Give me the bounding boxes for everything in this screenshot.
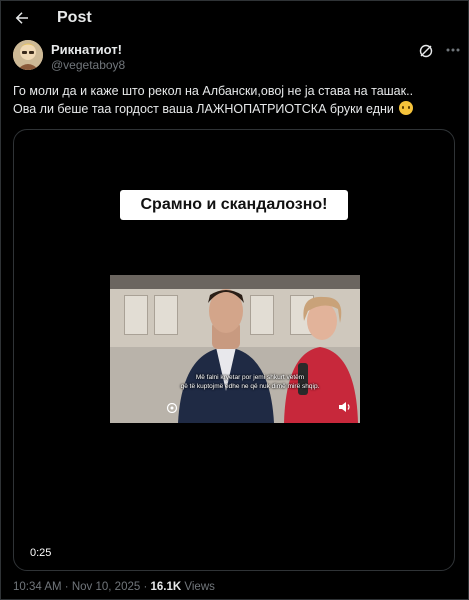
video-player[interactable]: Срамно и скандалозно! Më falni kryetar p… [13,129,455,571]
grok-button[interactable] [418,43,434,59]
tweet-text: Го моли да и каже што рекол на Албански,… [13,82,459,118]
avatar[interactable] [13,40,43,70]
video-subtitle: Më falni kryetar por jemi shkurt vetëm q… [150,373,350,391]
post-time[interactable]: 10:34 AM [13,581,62,593]
page-title: Post [57,9,92,26]
views-label: Views [184,581,215,593]
weary-face-emoji [399,101,414,115]
meta-separator: · [64,581,69,593]
meta-separator: · [143,581,148,593]
views-count[interactable]: 16.1K [151,581,182,593]
more-icon [446,48,460,52]
speaker-icon[interactable] [338,400,352,414]
more-button[interactable] [443,42,463,58]
post-date[interactable]: Nov 10, 2025 [72,581,140,593]
grok-icon [419,44,433,58]
back-button[interactable] [11,7,33,29]
tweet-text-line: Го моли да и каже што рекол на Албански,… [13,84,414,98]
user-handle[interactable]: @vegetaboy8 [51,58,125,72]
video-frame: Më falni kryetar por jemi shkurt vetëm q… [110,275,360,423]
tweet-text-line: Ова ли беше таа гордост ваша ЛАЖНОПАТРИО… [13,100,459,118]
arrow-left-icon [15,12,28,24]
video-duration: 0:25 [30,547,52,559]
video-caption-text: Срамно и скандалозно! [140,196,328,213]
tweet-text-fragment: Ова ли беше таа гордост ваша ЛАЖНОПАТРИО… [13,102,394,116]
display-name[interactable]: Рикнатиот! [51,42,122,57]
header: Post [1,1,469,37]
video-subtitle-line: Më falni kryetar por jemi shkurt vetëm [195,374,305,381]
post-page: Post Рикнатиот! @vegetaboy8 Го моли да и… [0,0,469,600]
video-caption: Срамно и скандалозно! [120,190,348,220]
broadcaster-logo [166,403,178,413]
post-meta: 10:34 AM · Nov 10, 2025 · 16.1K Views [13,581,215,593]
post-author: Рикнатиот! @vegetaboy8 [13,40,460,76]
video-subtitle-line: që të kuptojmë edhe ne që nuk dimë mirë … [180,383,320,390]
